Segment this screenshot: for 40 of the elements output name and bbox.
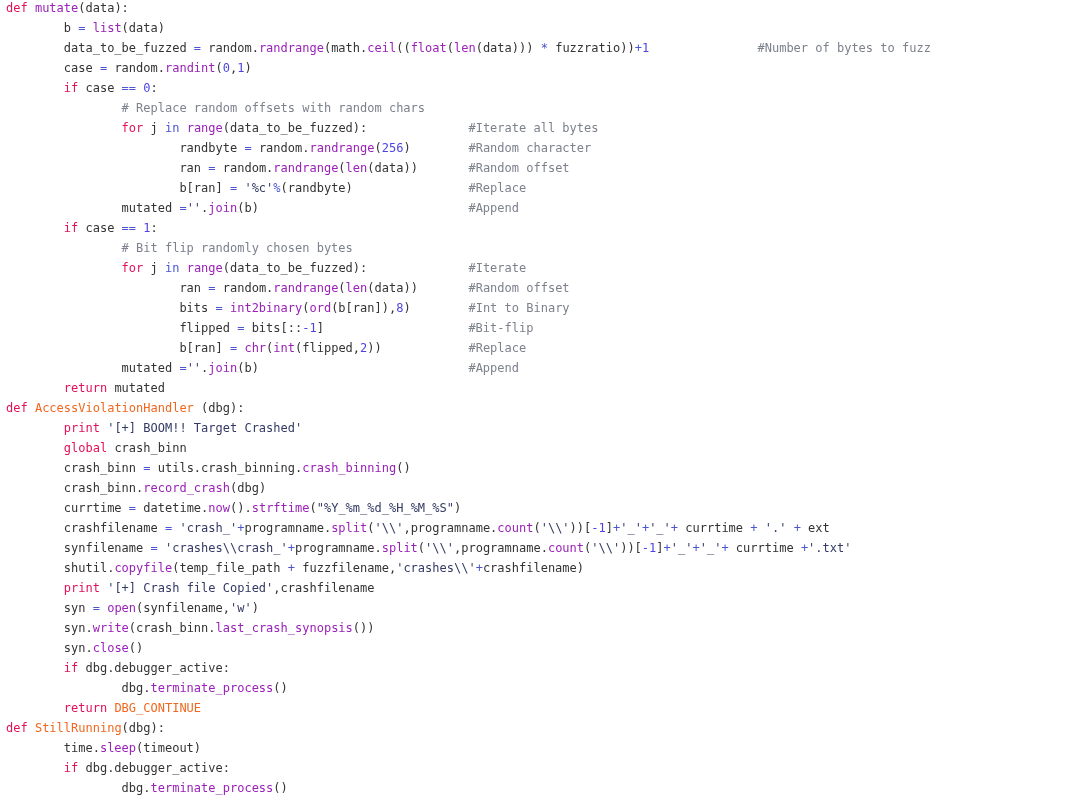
code-line: ran = random.randrange(len(data)) #Random offset bbox=[178, 160, 570, 177]
code-line: return mutated bbox=[62, 380, 165, 397]
code-line: def AccessViolationHandler (dbg): bbox=[6, 400, 245, 417]
code-line: if case == 0: bbox=[62, 80, 158, 97]
code-line: synfilename = 'crashes\\crash_'+programname.split('\\',programname.count('\\'))[-1]+'_'+'_'+ currtime +'.txt' bbox=[62, 540, 852, 557]
code-line: print '[+] BOOM!! Target Crashed' bbox=[62, 420, 303, 437]
code-line: b = list(data) bbox=[62, 20, 165, 37]
code-line: syn.write(crash_binn.last_crash_synopsis()) bbox=[62, 620, 375, 637]
code-line: ran = random.randrange(len(data)) #Random offset bbox=[178, 280, 570, 297]
code-line: case = random.randint(0,1) bbox=[62, 60, 252, 77]
code-line: data_to_be_fuzzed = random.randrange(math.ceil((float(len(data))) * fuzzratio))+1 #Number of bytes to fuzz bbox=[62, 40, 931, 57]
code-line: def mutate(data): bbox=[6, 0, 129, 17]
code-line: mutated =''.join(b) #Append bbox=[120, 200, 519, 217]
code-line: global crash_binn bbox=[62, 440, 187, 457]
code-line: return DBG_CONTINUE bbox=[62, 700, 202, 717]
code-line: # Bit flip randomly chosen bytes bbox=[120, 240, 353, 257]
code-line: if dbg.debugger_active: bbox=[62, 760, 230, 777]
code-line: syn = open(synfilename,'w') bbox=[62, 600, 259, 617]
code-line: mutated =''.join(b) #Append bbox=[120, 360, 519, 377]
code-line: for j in range(data_to_be_fuzzed): #Iterate all bytes bbox=[120, 120, 599, 137]
code-line: b[ran] = chr(int(flipped,2)) #Replace bbox=[178, 340, 527, 357]
code-line: crash_binn.record_crash(dbg) bbox=[62, 480, 267, 497]
code-line: for j in range(data_to_be_fuzzed): #Iterate bbox=[120, 260, 527, 277]
code-line: syn.close() bbox=[62, 640, 144, 657]
code-line: if case == 1: bbox=[62, 220, 158, 237]
code-line: currtime = datetime.now().strftime("%Y_%m_%d_%H_%M_%S") bbox=[62, 500, 462, 517]
code-line: time.sleep(timeout) bbox=[62, 740, 202, 757]
code-line: randbyte = random.randrange(256) #Random character bbox=[178, 140, 592, 157]
code-line: # Replace random offsets with random chars bbox=[120, 100, 426, 117]
code-line: def StillRunning(dbg): bbox=[6, 720, 165, 737]
code-line: bits = int2binary(ord(b[ran]),8) #Int to Binary bbox=[178, 300, 570, 317]
code-line: dbg.terminate_process() bbox=[120, 680, 288, 697]
code-line: crashfilename = 'crash_'+programname.split('\\',programname.count('\\'))[-1]+'_'+'_'+ currtime + '.' + ext bbox=[62, 520, 830, 537]
code-line: if dbg.debugger_active: bbox=[62, 660, 230, 677]
code-line: dbg.terminate_process() bbox=[120, 780, 288, 797]
code-line: flipped = bits[::-1] #Bit-flip bbox=[178, 320, 534, 337]
code-line: crash_binn = utils.crash_binning.crash_binning() bbox=[62, 460, 411, 477]
code-line: print '[+] Crash file Copied',crashfilename bbox=[62, 580, 375, 597]
code-line: b[ran] = '%c'%(randbyte) #Replace bbox=[178, 180, 527, 197]
code-line: shutil.copyfile(temp_file_path + fuzzfilename,'crashes\\'+crashfilename) bbox=[62, 560, 585, 577]
